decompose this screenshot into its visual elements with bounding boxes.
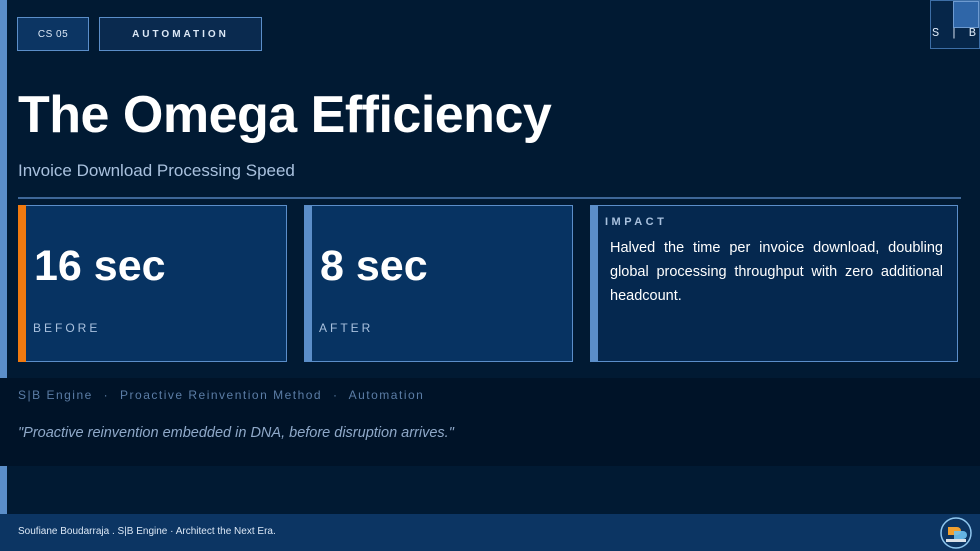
left-accent-bar [0, 0, 7, 378]
divider [18, 197, 961, 199]
method-category: Automation [348, 388, 425, 402]
method-engine: S|B Engine [18, 388, 93, 402]
method-line: S|B Engine · Proactive Reinvention Metho… [18, 388, 430, 402]
impact-accent-bar [590, 205, 598, 362]
page-subtitle: Invoice Download Processing Speed [18, 161, 295, 180]
impact-text: Halved the time per invoice download, do… [610, 240, 943, 304]
after-accent-bar [304, 205, 312, 362]
impact-card: IMPACT Halved the time per invoice downl… [590, 205, 958, 362]
left-accent-bar-lower [0, 466, 7, 514]
before-label: BEFORE [33, 321, 101, 335]
footer: Soufiane Boudarraja . S|B Engine · Archi… [0, 514, 980, 551]
brand-square-icon [953, 1, 979, 28]
method-separator: · [332, 388, 339, 402]
slide: CS 05 AUTOMATION S | B The Omega Efficie… [0, 0, 980, 551]
method-band: S|B Engine · Proactive Reinvention Metho… [0, 378, 980, 466]
method-name: Proactive Reinvention Method [120, 388, 323, 402]
sb-logo-icon [940, 517, 972, 549]
category-tag: AUTOMATION [99, 17, 262, 51]
after-card: 8 sec AFTER [304, 205, 573, 362]
footer-text: Soufiane Boudarraja . S|B Engine · Archi… [18, 526, 276, 537]
case-tag: CS 05 [17, 17, 89, 51]
brand-text: S | B [931, 26, 978, 40]
impact-label: IMPACT [605, 216, 668, 228]
method-separator: · [103, 388, 110, 402]
before-accent-bar [18, 205, 26, 362]
brand-mark: S | B [930, 0, 980, 49]
before-value: 16 sec [34, 242, 166, 290]
after-value: 8 sec [320, 242, 428, 290]
after-label: AFTER [319, 321, 374, 335]
quote: "Proactive reinvention embedded in DNA, … [18, 425, 454, 441]
page-title: The Omega Efficiency [18, 86, 552, 144]
before-card: 16 sec BEFORE [18, 205, 287, 362]
